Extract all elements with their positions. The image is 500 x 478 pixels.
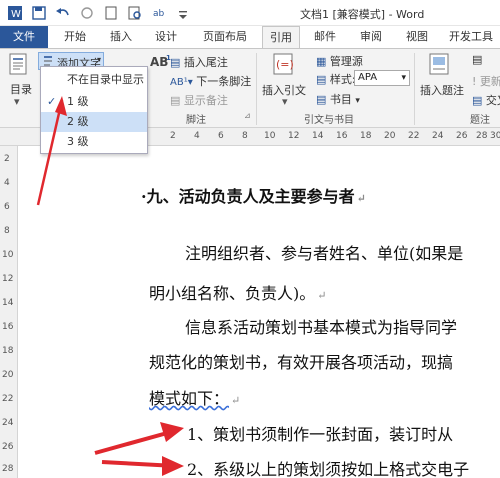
- annotation-arrow-item-1: [94, 422, 184, 455]
- annotation-arrows: [36, 96, 184, 476]
- annotation-arrow-up: [36, 96, 67, 206]
- annotation-arrow-item-2: [101, 456, 184, 476]
